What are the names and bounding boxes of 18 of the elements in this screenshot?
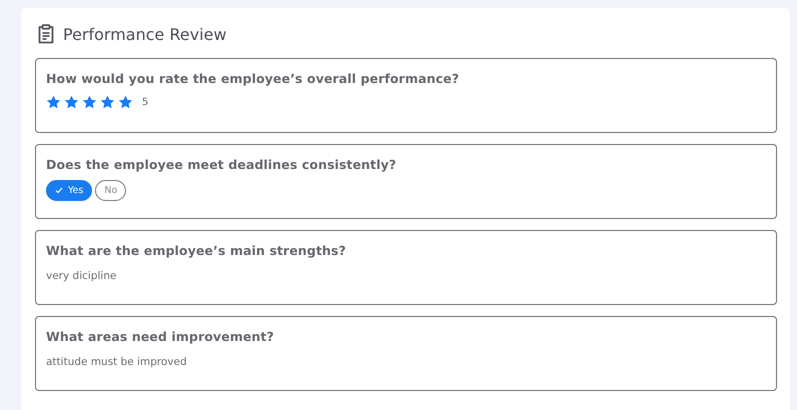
clipboard-icon <box>37 24 55 44</box>
star-icon <box>82 95 97 109</box>
star-rating[interactable] <box>46 95 133 109</box>
star-icon <box>46 95 61 109</box>
answer-text: attitude must be improved <box>46 356 188 368</box>
question-text: What areas need improvement? <box>46 329 275 344</box>
rating-value: 5 <box>142 96 148 108</box>
check-icon <box>55 187 63 194</box>
question-text: Does the employee meet deadlines consistently? <box>46 157 398 172</box>
question-text: What are the employee’s main strengths? <box>46 243 347 258</box>
form-title: Performance Review <box>63 24 227 44</box>
option-chip[interactable]: Yes <box>46 180 92 201</box>
answer-text: very dicipline <box>46 270 118 282</box>
question-text: How would you rate the employee’s overall performance? <box>46 71 460 86</box>
option-chip[interactable]: No <box>95 180 126 201</box>
star-icon <box>100 95 115 109</box>
star-icon <box>118 95 133 109</box>
star-icon <box>64 95 79 109</box>
